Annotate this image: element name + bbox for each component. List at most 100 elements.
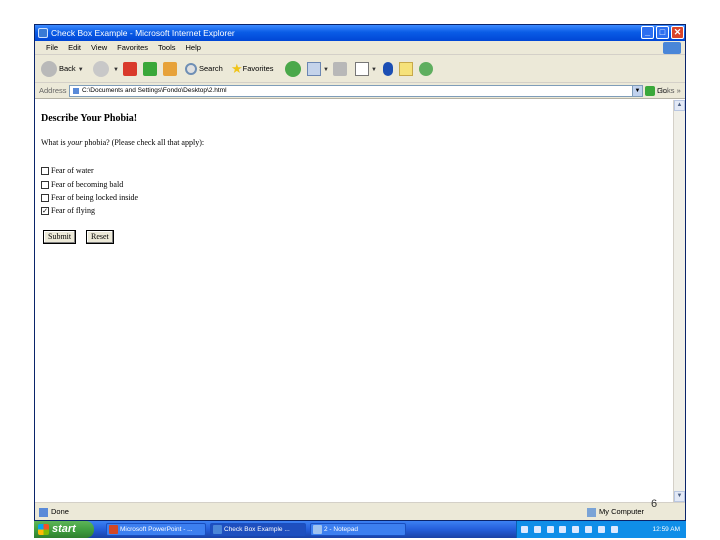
powerpoint-icon bbox=[109, 525, 118, 534]
search-icon bbox=[185, 63, 197, 76]
address-input[interactable]: C:\Documents and Settings\Fondo\Desktop\… bbox=[69, 85, 643, 97]
question-text: What is your phobia? (Please check all t… bbox=[41, 138, 204, 147]
maximize-button[interactable]: □ bbox=[656, 26, 669, 39]
start-button[interactable]: start bbox=[34, 521, 94, 538]
option-row: Fear of being locked inside bbox=[41, 193, 138, 203]
edit-page-button[interactable]: ▼ bbox=[355, 59, 377, 79]
refresh-icon bbox=[143, 62, 157, 77]
reset-button[interactable]: Reset bbox=[86, 230, 114, 244]
favorites-button[interactable]: ★Favorites bbox=[231, 59, 274, 79]
search-button[interactable]: Search bbox=[185, 59, 223, 79]
task-label: 2 - Notepad bbox=[324, 526, 358, 533]
forward-arrow-icon bbox=[93, 61, 109, 78]
stop-icon bbox=[123, 62, 137, 77]
taskbar-clock[interactable]: 12:59 AM bbox=[653, 521, 680, 538]
slide-number: 6 bbox=[651, 498, 658, 510]
mail-dropdown-icon: ▼ bbox=[323, 67, 329, 73]
tray-icon[interactable] bbox=[597, 525, 605, 533]
taskbar-item-notepad[interactable]: 2 - Notepad bbox=[310, 523, 406, 536]
taskbar-item-ie[interactable]: Check Box Example ... bbox=[210, 523, 306, 536]
menu-bar: File Edit View Favorites Tools Help bbox=[35, 41, 685, 55]
back-label: Back bbox=[59, 64, 76, 73]
history-button[interactable] bbox=[285, 59, 303, 79]
checkbox-fear-of-water[interactable] bbox=[41, 167, 49, 175]
forward-button[interactable]: ▼ bbox=[93, 59, 119, 79]
notes-button[interactable] bbox=[399, 59, 413, 79]
tray-icon[interactable] bbox=[533, 525, 541, 533]
back-arrow-icon bbox=[41, 61, 57, 78]
history-icon bbox=[285, 61, 301, 78]
mail-button[interactable]: ▼ bbox=[307, 59, 329, 79]
option-label: Fear of becoming bald bbox=[51, 180, 124, 189]
task-label: Microsoft PowerPoint - ... bbox=[120, 526, 193, 533]
refresh-button[interactable] bbox=[143, 59, 157, 79]
tray-icon[interactable] bbox=[559, 525, 567, 533]
taskbar: start Microsoft PowerPoint - ... Check B… bbox=[34, 521, 686, 538]
checkbox-fear-of-being-locked-inside[interactable] bbox=[41, 194, 49, 202]
menu-tools[interactable]: Tools bbox=[153, 41, 181, 54]
option-label: Fear of water bbox=[51, 166, 94, 175]
bluetooth-button[interactable] bbox=[383, 59, 393, 79]
windows-logo-icon bbox=[663, 42, 681, 54]
option-row: Fear of becoming bald bbox=[41, 180, 123, 190]
back-dropdown-icon: ▼ bbox=[77, 67, 84, 73]
status-text: Done bbox=[51, 507, 69, 516]
checkbox-fear-of-becoming-bald[interactable] bbox=[41, 181, 49, 189]
system-tray: 12:59 AM bbox=[516, 521, 686, 538]
forward-dropdown-icon: ▼ bbox=[113, 67, 119, 73]
menu-view[interactable]: View bbox=[86, 41, 112, 54]
edit-dropdown-icon: ▼ bbox=[371, 67, 377, 73]
go-arrow-icon bbox=[645, 86, 655, 97]
question-prefix: What is bbox=[41, 138, 68, 147]
favorites-star-icon: ★ bbox=[231, 61, 243, 77]
print-button[interactable] bbox=[333, 59, 347, 79]
option-label: Fear of being locked inside bbox=[51, 193, 139, 202]
checkbox-fear-of-flying[interactable]: ✓ bbox=[41, 207, 49, 215]
browser-window: Check Box Example - Microsoft Internet E… bbox=[34, 24, 686, 521]
option-row: Fear of water bbox=[41, 166, 94, 176]
menu-edit[interactable]: Edit bbox=[63, 41, 86, 54]
start-label: start bbox=[52, 523, 76, 535]
security-zone: My Computer bbox=[587, 503, 644, 521]
back-button[interactable]: Back ▼ bbox=[41, 59, 84, 79]
menu-favorites[interactable]: Favorites bbox=[112, 41, 153, 54]
tray-icon[interactable] bbox=[521, 525, 528, 533]
toolbar: Back ▼ ▼ Search ★Favorites ▼ ▼ bbox=[35, 55, 685, 83]
scroll-down-icon[interactable]: ▼ bbox=[674, 491, 685, 502]
address-dropdown-icon[interactable]: ▼ bbox=[632, 86, 642, 96]
tray-icon[interactable] bbox=[546, 525, 554, 533]
vertical-scrollbar[interactable]: ▲ ▼ bbox=[673, 100, 685, 502]
title-bar[interactable]: Check Box Example - Microsoft Internet E… bbox=[35, 25, 685, 41]
home-button[interactable] bbox=[163, 59, 177, 79]
close-button[interactable]: ✕ bbox=[671, 26, 684, 39]
status-bar: Done My Computer bbox=[35, 502, 685, 520]
submit-button[interactable]: Submit bbox=[43, 230, 77, 244]
taskbar-item-powerpoint[interactable]: Microsoft PowerPoint - ... bbox=[106, 523, 206, 536]
stop-button[interactable] bbox=[123, 59, 137, 79]
links-button[interactable]: Links » bbox=[657, 83, 681, 99]
status-done: Done bbox=[39, 503, 69, 521]
address-label: Address bbox=[39, 86, 67, 95]
tray-icon[interactable] bbox=[585, 525, 593, 533]
favorites-label: Favorites bbox=[242, 64, 274, 73]
minimize-button[interactable]: _ bbox=[641, 26, 654, 39]
tray-icon[interactable] bbox=[610, 525, 618, 533]
bluetooth-icon bbox=[383, 62, 393, 77]
menu-help[interactable]: Help bbox=[181, 41, 206, 54]
notepad-icon bbox=[313, 525, 322, 534]
ie-icon bbox=[213, 525, 222, 534]
scroll-up-icon[interactable]: ▲ bbox=[674, 100, 685, 111]
zone-text: My Computer bbox=[599, 507, 645, 516]
question-emphasis: your bbox=[67, 138, 83, 147]
tray-icon[interactable] bbox=[572, 525, 580, 533]
page-icon bbox=[72, 87, 80, 95]
window-title: Check Box Example - Microsoft Internet E… bbox=[51, 28, 235, 38]
address-value: C:\Documents and Settings\Fondo\Desktop\… bbox=[82, 87, 227, 94]
messenger-icon bbox=[419, 62, 433, 77]
menu-file[interactable]: File bbox=[41, 41, 63, 54]
task-label: Check Box Example ... bbox=[224, 526, 290, 533]
messenger-button[interactable] bbox=[419, 59, 435, 79]
page-content: Describe Your Phobia! What is your phobi… bbox=[35, 100, 673, 502]
home-icon bbox=[163, 62, 177, 77]
address-bar: Address C:\Documents and Settings\Fondo\… bbox=[35, 83, 685, 99]
